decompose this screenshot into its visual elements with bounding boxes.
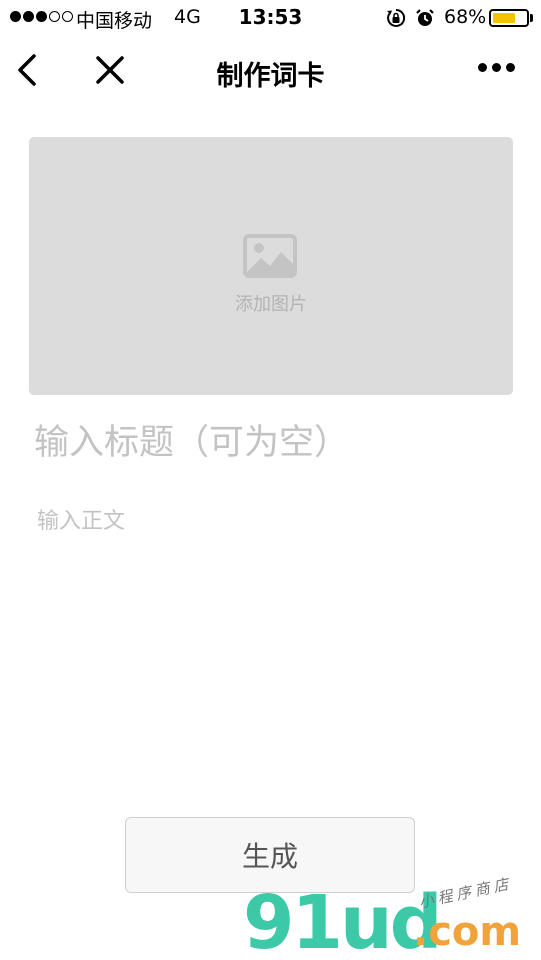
image-icon: [243, 234, 297, 278]
battery-icon: [489, 9, 529, 27]
watermark-main: 91ud: [243, 880, 443, 960]
more-dot: [492, 63, 501, 72]
rotation-lock-icon: [387, 8, 406, 27]
battery-fill: [493, 13, 515, 23]
watermark-sub: 小程序商店: [417, 874, 514, 912]
nav-bar: 制作词卡: [0, 36, 541, 108]
alarm-icon: [416, 9, 434, 26]
battery-tip: [530, 14, 533, 22]
body-input[interactable]: [37, 503, 507, 783]
more-dot: [506, 63, 515, 72]
status-bar: 中国移动 4G 13:53 68%: [0, 0, 541, 36]
more-dot: [478, 63, 487, 72]
add-image-label: 添加图片: [235, 294, 307, 315]
watermark-suffix: .com: [413, 909, 522, 955]
more-dots-icon[interactable]: [478, 63, 515, 72]
page-title: 制作词卡: [216, 61, 325, 92]
title-input[interactable]: [34, 418, 504, 468]
add-image-button[interactable]: 添加图片: [29, 137, 513, 395]
watermark-logo: 91ud .com 小程序商店: [243, 874, 533, 960]
battery-percent: 68%: [444, 6, 487, 28]
